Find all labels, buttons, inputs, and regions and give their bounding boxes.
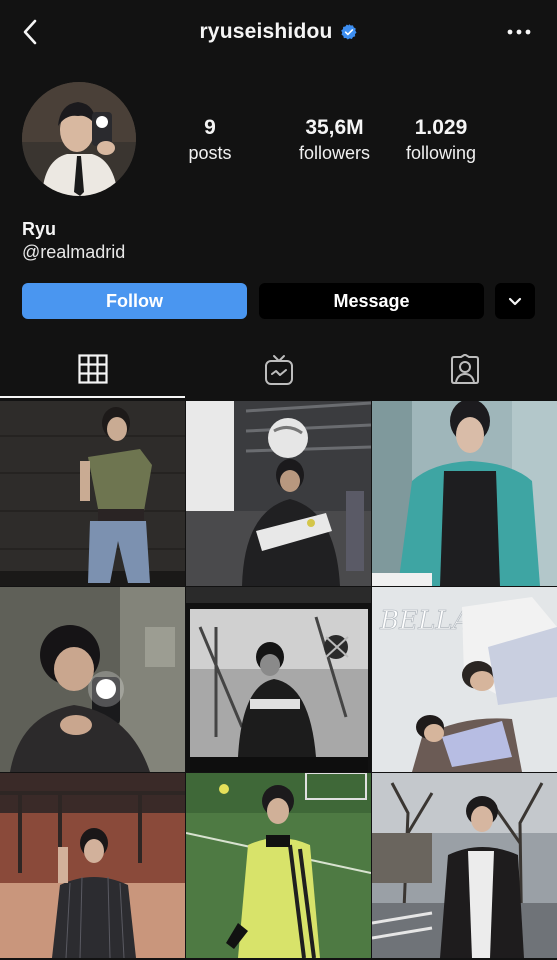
stat-label: following	[405, 143, 477, 163]
tagged-person-icon	[450, 354, 479, 384]
posts-grid: BELLA	[0, 401, 557, 958]
top-bar: ryuseishidou	[0, 0, 557, 66]
tab-tagged[interactable]	[372, 342, 557, 398]
igtv-icon	[264, 355, 293, 385]
tab-igtv[interactable]	[186, 342, 371, 398]
tab-posts-grid[interactable]	[0, 342, 185, 398]
post-thumbnail[interactable]	[186, 773, 371, 958]
verified-badge-icon	[340, 24, 357, 40]
post-thumbnail[interactable]: BELLA	[372, 587, 557, 772]
stat-value: 1.029	[414, 116, 468, 139]
stat-followers[interactable]: 35,6M followers	[272, 116, 397, 166]
more-options-button[interactable]	[505, 18, 533, 46]
stat-value: 35,6M	[305, 116, 364, 139]
message-button[interactable]: Message	[259, 283, 484, 319]
bio-mention-link[interactable]: @realmadrid	[22, 242, 125, 263]
profile-stats: 9 posts 35,6M followers 1.029 following	[170, 116, 540, 166]
profile-username: ryuseishidou	[199, 20, 333, 43]
profile-tabs	[0, 342, 557, 398]
post-thumbnail[interactable]	[372, 401, 557, 586]
stat-posts[interactable]: 9 posts	[170, 116, 250, 166]
chevron-down-icon	[508, 297, 522, 305]
stat-label: posts	[188, 143, 232, 163]
stat-value: 9	[204, 116, 216, 139]
stat-following[interactable]: 1.029 following	[391, 116, 491, 166]
post-thumbnail[interactable]	[186, 401, 371, 586]
post-thumbnail[interactable]	[0, 587, 185, 772]
profile-name: Ryu	[22, 219, 57, 239]
follow-button[interactable]: Follow	[22, 283, 247, 319]
post-thumbnail[interactable]	[372, 773, 557, 958]
profile-avatar[interactable]	[22, 82, 136, 196]
post-thumbnail[interactable]	[0, 773, 185, 958]
stat-label: followers	[298, 143, 371, 163]
more-horizontal-icon	[507, 29, 531, 35]
suggested-dropdown-button[interactable]	[495, 283, 535, 319]
grid-icon	[77, 354, 108, 384]
post-overlay-text: BELLA	[379, 606, 471, 636]
post-thumbnail[interactable]	[0, 401, 185, 586]
post-thumbnail[interactable]	[186, 587, 371, 772]
